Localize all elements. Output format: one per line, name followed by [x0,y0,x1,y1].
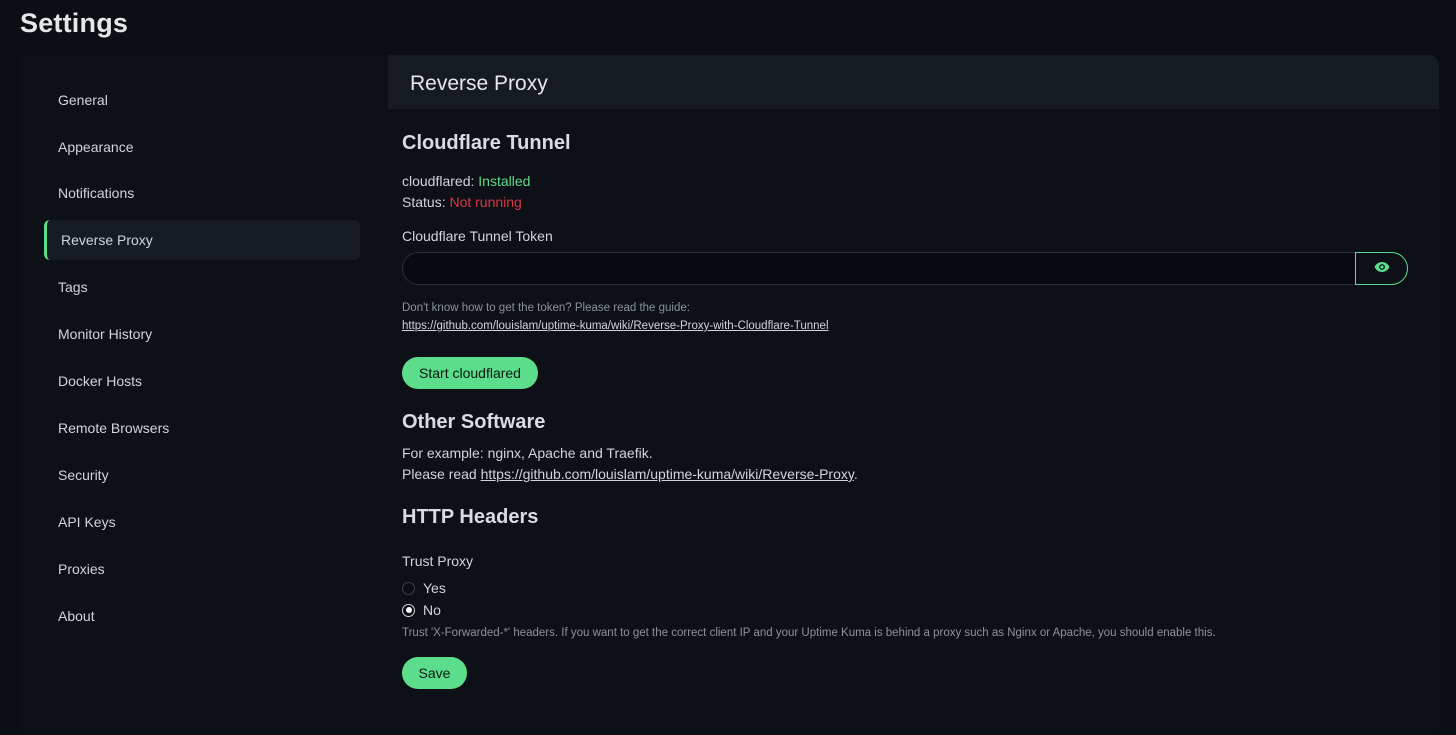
settings-panel: General Appearance Notifications Reverse… [20,55,1439,735]
reverse-proxy-wiki-link[interactable]: https://github.com/louislam/uptime-kuma/… [481,466,854,482]
read-suffix: . [853,466,858,482]
cloudflare-guide-link[interactable]: https://github.com/louislam/uptime-kuma/… [402,320,829,332]
cloudflared-install-label: cloudflared: [402,173,479,189]
save-button[interactable]: Save [402,657,467,689]
sidebar-item-monitor-history[interactable]: Monitor History [44,314,360,354]
cloudflare-tunnel-heading: Cloudflare Tunnel [402,132,571,154]
sidebar-item-appearance[interactable]: Appearance [44,127,360,167]
sidebar-item-docker-hosts[interactable]: Docker Hosts [44,361,360,401]
http-headers-heading: HTTP Headers [402,506,539,528]
trust-proxy-yes-option[interactable]: Yes [402,580,446,596]
sidebar-item-api-keys[interactable]: API Keys [44,502,360,542]
tunnel-token-input[interactable] [402,252,1356,285]
sidebar-item-general[interactable]: General [44,80,360,120]
other-software-example: For example: nginx, Apache and Traefik. [402,445,653,461]
cloudflared-install-status: cloudflared: Installed [402,173,530,189]
trust-proxy-help-text: Trust 'X-Forwarded-*' headers. If you wa… [402,627,1216,639]
other-software-heading: Other Software [402,411,546,433]
token-guide-link-row: https://github.com/louislam/uptime-kuma/… [402,320,829,332]
sidebar-item-remote-browsers[interactable]: Remote Browsers [44,408,360,448]
cloudflared-run-status: Status: Not running [402,194,522,210]
section-header: Reverse Proxy [388,55,1439,109]
sidebar-item-proxies[interactable]: Proxies [44,549,360,589]
trust-proxy-no-option[interactable]: No [402,602,441,618]
sidebar-item-notifications[interactable]: Notifications [44,173,360,213]
trust-proxy-no-radio[interactable] [402,603,415,617]
token-help-text: Don't know how to get the token? Please … [402,302,690,314]
eye-icon [1374,260,1390,278]
trust-proxy-yes-radio[interactable] [402,581,415,595]
trust-proxy-yes-label: Yes [423,580,446,596]
sidebar-item-security[interactable]: Security [44,455,360,495]
cloudflared-install-value: Installed [478,173,531,189]
read-prefix: Please read [402,466,481,482]
sidebar-item-about[interactable]: About [44,596,360,636]
sidebar-item-tags[interactable]: Tags [44,267,360,307]
start-cloudflared-button[interactable]: Start cloudflared [402,357,538,389]
settings-sidebar: General Appearance Notifications Reverse… [20,55,388,735]
settings-content: Reverse Proxy Cloudflare Tunnel cloudfla… [388,55,1439,735]
token-field-label: Cloudflare Tunnel Token [402,228,553,244]
status-value: Not running [449,194,522,210]
status-label: Status: [402,194,450,210]
other-software-read: Please read https://github.com/louislam/… [402,466,858,482]
trust-proxy-label: Trust Proxy [402,553,474,569]
trust-proxy-no-label: No [423,602,441,618]
page-title: Settings [20,8,129,38]
toggle-token-visibility-button[interactable] [1355,252,1408,285]
sidebar-item-reverse-proxy[interactable]: Reverse Proxy [44,220,360,260]
